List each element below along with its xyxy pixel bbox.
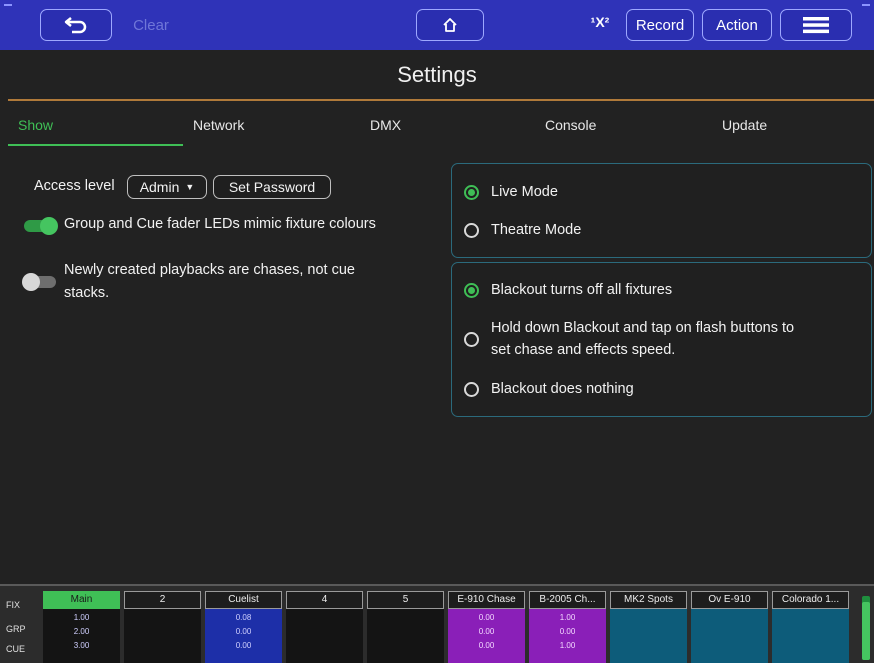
playback-slot-name: Cuelist — [205, 591, 282, 609]
playback-slot-name: Colorado 1... — [772, 591, 849, 609]
radio-unchecked-icon — [464, 331, 479, 347]
playback-slot-name: B-2005 Ch... — [529, 591, 606, 609]
tab-network[interactable]: Network — [193, 110, 244, 140]
row-label-fix: FIX — [6, 600, 21, 610]
playback-slot-value: 3.00 — [73, 641, 90, 650]
playback-slot-values — [286, 609, 363, 663]
playback-slot-value: 0.00 — [478, 613, 495, 622]
playback-slot-value: 1.00 — [73, 613, 90, 622]
access-level-label: Access level — [34, 178, 115, 194]
home-button[interactable] — [416, 9, 484, 41]
playback-slot[interactable]: Cuelist 0.08 0.00 0.00 — [205, 591, 282, 663]
playback-slot-value: 0.00 — [559, 627, 576, 636]
playback-slot-value: 1.00 — [559, 641, 576, 650]
menu-button[interactable] — [780, 9, 852, 41]
chase-playback-toggle-label-line1: Newly created playbacks are chases, not … — [64, 262, 355, 278]
playback-slot-value: 0.08 — [235, 613, 252, 622]
live-mode-option[interactable]: Live Mode — [464, 181, 558, 203]
undo-arrow-icon — [64, 17, 87, 34]
hamburger-menu-icon — [803, 17, 829, 34]
playback-slot[interactable]: Main 1.00 2.00 3.00 — [43, 591, 120, 663]
playback-slot[interactable]: Colorado 1... — [772, 591, 849, 663]
playback-slot-values — [691, 609, 768, 663]
tab-show[interactable]: Show — [18, 110, 53, 140]
home-icon — [443, 18, 457, 32]
playback-slot[interactable]: B-2005 Ch... 1.00 0.00 1.00 — [529, 591, 606, 663]
chase-playback-toggle[interactable] — [22, 273, 56, 291]
playback-slot-values — [124, 609, 201, 663]
blackout-off-all-option[interactable]: Blackout turns off all fixtures — [464, 279, 672, 301]
playback-slot-name: 2 — [124, 591, 201, 609]
option-label: Theatre Mode — [491, 222, 582, 238]
fader-led-toggle[interactable] — [24, 217, 58, 235]
active-tab-indicator — [8, 144, 183, 146]
option-label-line2: set chase and effects speed. — [491, 342, 676, 358]
radio-unchecked-icon — [464, 381, 479, 397]
playback-slot[interactable]: 5 — [367, 591, 444, 663]
playback-slot-value: 0.00 — [235, 627, 252, 636]
blackout-flash-speed-option[interactable]: Hold down Blackout and tap on flash butt… — [464, 317, 794, 361]
toggle-knob — [40, 217, 58, 235]
playback-slot-values — [610, 609, 687, 663]
fader-led-toggle-label: Group and Cue fader LEDs mimic fixture c… — [64, 216, 376, 232]
playback-slot-values: 1.00 0.00 1.00 — [529, 609, 606, 663]
playback-slot[interactable]: MK2 Spots — [610, 591, 687, 663]
radio-unchecked-icon — [464, 222, 479, 238]
row-label-grp: GRP — [6, 624, 26, 634]
option-label: Blackout does nothing — [491, 381, 634, 397]
tab-dmx[interactable]: DMX — [370, 110, 401, 140]
page-title: Settings — [397, 62, 477, 87]
playback-slot-name: MK2 Spots — [610, 591, 687, 609]
radio-checked-icon — [464, 184, 479, 200]
playback-slot-values — [367, 609, 444, 663]
playback-slot-values: 0.08 0.00 0.00 — [205, 609, 282, 663]
playback-slot-name: Ov E-910 — [691, 591, 768, 609]
playback-slot[interactable]: 2 — [124, 591, 201, 663]
caret-down-icon: ▼ — [185, 182, 195, 192]
set-password-button[interactable]: Set Password — [213, 175, 331, 199]
corner-mark — [862, 4, 870, 6]
access-level-dropdown[interactable]: Admin ▼ — [127, 175, 207, 199]
action-button[interactable]: Action — [702, 9, 772, 41]
radio-checked-icon — [464, 282, 479, 298]
playback-slot-name: E-910 Chase — [448, 591, 525, 609]
playback-slot-values: 0.00 0.00 0.00 — [448, 609, 525, 663]
chase-playback-toggle-label-line2: stacks. — [64, 285, 110, 301]
playback-slot-value: 0.00 — [235, 641, 252, 650]
back-button[interactable] — [40, 9, 112, 41]
master-level-fill — [862, 602, 870, 660]
corner-mark — [4, 4, 12, 6]
playback-slot-name: 4 — [286, 591, 363, 609]
playback-slot[interactable]: Ov E-910 — [691, 591, 768, 663]
playback-slot-name: 5 — [367, 591, 444, 609]
clear-button[interactable]: Clear — [124, 9, 178, 41]
option-label: Blackout turns off all fixtures — [491, 282, 673, 298]
top-toolbar: Clear ¹X² Record Action — [0, 0, 874, 50]
playback-slot-value: 1.00 — [559, 613, 576, 622]
toggle-knob — [22, 273, 40, 291]
playback-slot-values: 1.00 2.00 3.00 — [43, 609, 120, 663]
fixture-icon[interactable]: ¹X² — [584, 14, 616, 36]
option-label-line1: Hold down Blackout and tap on flash butt… — [491, 320, 795, 336]
theatre-mode-option[interactable]: Theatre Mode — [464, 219, 581, 241]
playback-slot-value: 0.00 — [478, 627, 495, 636]
playback-slot-value: 2.00 — [73, 627, 90, 636]
blackout-nothing-option[interactable]: Blackout does nothing — [464, 378, 634, 400]
tab-update[interactable]: Update — [722, 110, 767, 140]
playback-slot[interactable]: 4 — [286, 591, 363, 663]
playback-slot-name: Main — [43, 591, 120, 609]
mode-panel — [451, 163, 872, 258]
playback-slot-value: 0.00 — [478, 641, 495, 650]
option-label: Live Mode — [491, 184, 558, 200]
master-level-bar[interactable] — [862, 596, 870, 660]
title-divider — [8, 99, 874, 101]
row-label-cue: CUE — [6, 644, 26, 654]
access-level-value: Admin — [139, 179, 180, 195]
record-button[interactable]: Record — [626, 9, 694, 41]
playback-slot[interactable]: E-910 Chase 0.00 0.00 0.00 — [448, 591, 525, 663]
playback-slot-values — [772, 609, 849, 663]
tab-console[interactable]: Console — [545, 110, 596, 140]
